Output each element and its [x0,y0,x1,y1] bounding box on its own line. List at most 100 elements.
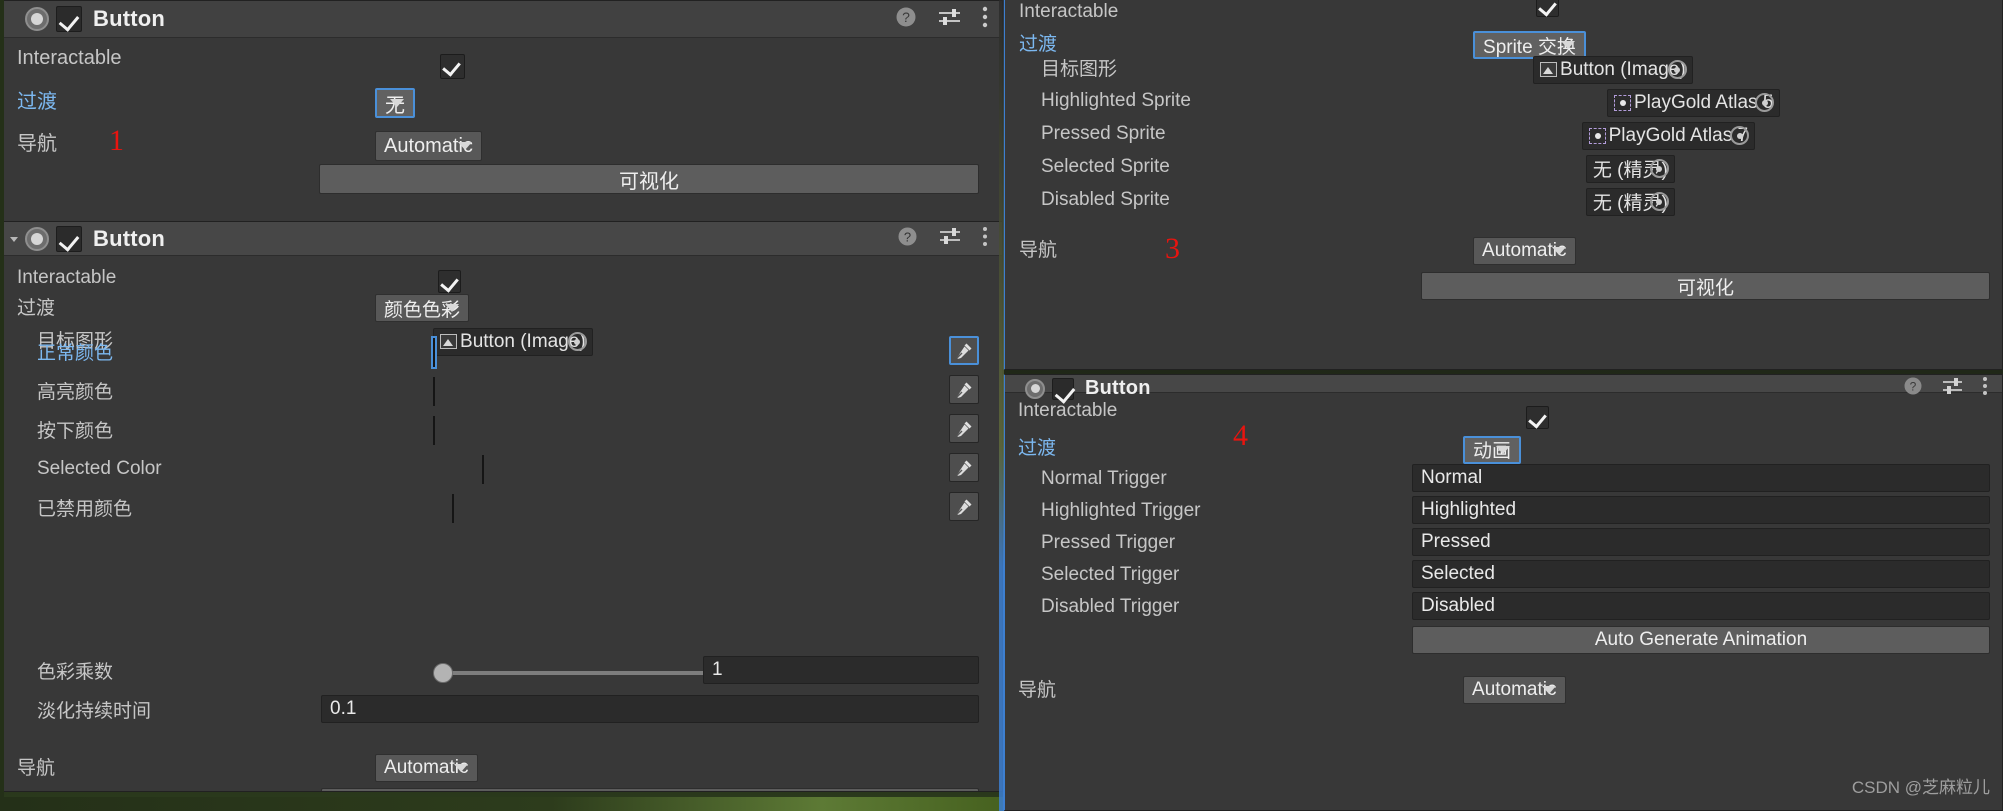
panel4-navigation-dropdown[interactable]: Automatic [1463,676,1566,704]
panel2-row-color: Selected Color [1,452,1002,485]
slider-knob[interactable] [433,662,454,683]
panel3-sprite-object-field[interactable]: 无 (精灵) [1585,187,1675,216]
preset-icon[interactable] [938,6,961,33]
chevron-down-icon [1496,445,1511,454]
panel4-trigger-label: Pressed Trigger [1041,532,1176,553]
panel3-interactable-checkbox[interactable] [1536,0,1560,17]
scene-bleed-bottom [0,797,1003,811]
chevron-down-icon [1541,686,1556,694]
panel1-interactable-label: Interactable [17,46,122,69]
panel2-color-swatch[interactable] [433,377,436,406]
panel2-row-fade-duration: 淡化持续时间 0.1 [1,693,1002,726]
chevron-down-icon [1551,247,1566,255]
panel1-row-transition: 过渡 无 [1,78,1002,120]
watermark-text: CSDN @芝麻粒儿 [1851,778,1990,797]
panel3-sprite-value: Button (Image) [1560,58,1686,80]
panel3-sprite-value: PlayGold Atlas 5 [1633,91,1774,113]
panel2-color-swatch[interactable] [452,494,455,523]
panel4-trigger-field[interactable]: Disabled [1412,592,1990,620]
panel2-color-multiplier-value[interactable]: 1 [703,656,979,684]
panel2-fade-duration-value[interactable]: 0.1 [321,695,979,723]
eyedropper-icon[interactable] [949,336,979,365]
panel2-row-color: 按下颜色 [1,413,1002,446]
panel3-row-sprite: Pressed Sprite PlayGold Atlas 7 [1005,117,2002,150]
object-picker-icon[interactable] [1730,126,1750,145]
panel2-color-swatch[interactable] [481,455,484,484]
panel2-component-header[interactable]: Button ? [1,222,1002,256]
panel4-trigger-field[interactable]: Highlighted [1412,496,1990,524]
panel3-sprite-object-field[interactable]: 无 (精灵) [1585,154,1675,183]
object-picker-icon[interactable] [1649,159,1669,178]
panel2-row-transition: 过渡 颜色色彩 [1,289,1002,323]
panel4-header-tools: ? [1903,377,1988,395]
eyedropper-icon[interactable] [949,492,979,521]
chevron-down-icon [457,142,472,150]
panel2-transition-dropdown[interactable]: 颜色色彩 [375,294,470,322]
help-icon[interactable]: ? [897,226,918,252]
panel3-sprite-object-field[interactable]: PlayGold Atlas 7 [1581,121,1756,150]
panel4-row-trigger: Disabled Trigger Disabled [1005,591,2002,623]
panel4-row-trigger: Normal Trigger Normal [1005,463,2002,495]
panel1-transition-dropdown[interactable]: 无 [375,88,415,118]
panel4-trigger-label: Disabled Trigger [1041,596,1180,617]
foldout-arrow-icon[interactable] [9,232,23,246]
panel4-row-trigger: Pressed Trigger Pressed [1005,527,2002,559]
panel2-header-tools: ? [897,222,988,255]
panel4-transition-dropdown[interactable]: 动画 [1463,435,1522,464]
panel4-auto-generate-animation-button[interactable]: Auto Generate Animation [1412,626,1990,654]
panel2-color-swatch[interactable] [431,336,438,369]
unity-inspector-composite: Button ? Interactable 过渡 颜色色彩 目标图形 Butto… [0,0,2003,811]
object-picker-icon[interactable] [1667,60,1687,79]
panel2-color-label: 正常颜色 [37,343,114,364]
panel4-component-header[interactable]: Button ? [1005,375,2002,400]
panel1-component-title: Button [93,6,166,31]
panel4-interactable-label: Interactable [1018,400,1118,421]
panel1-enabled-checkbox[interactable] [56,6,82,32]
panel2-navigation-label: 导航 [17,757,56,779]
panel2-row-visualize: 可视化 [1,786,1002,791]
panel1-row-navigation: 导航 1 Automatic [1,120,1002,162]
panel2-enabled-checkbox[interactable] [56,225,82,252]
annotation-3: 3 [1165,232,1180,265]
eyedropper-icon[interactable] [949,414,979,443]
panel3-row-sprite: Selected Sprite 无 (精灵) [1005,150,2002,183]
panel3-visualize-button[interactable]: 可视化 [1421,272,1990,300]
panel2-color-multiplier-label: 色彩乘数 [37,662,114,683]
panel4-trigger-field[interactable]: Normal [1412,464,1990,492]
panel4-row-trigger: Highlighted Trigger Highlighted [1005,495,2002,527]
panel1-visualize-button[interactable]: 可视化 [319,164,979,194]
object-picker-icon[interactable] [1649,192,1669,211]
button-component-panel-3: Interactable 过渡 Sprite 交换 目标图形 Button (Im… [1003,0,2003,370]
panel1-component-header[interactable]: Button ? [1,1,1002,38]
panel4-trigger-field[interactable]: Selected [1412,560,1990,588]
panel1-interactable-checkbox[interactable] [439,53,465,79]
panel2-row-color: 高亮颜色 [1,374,1002,407]
chevron-down-icon [453,764,468,772]
eyedropper-icon[interactable] [949,375,979,404]
panel4-trigger-field[interactable]: Pressed [1412,528,1990,556]
panel1-navigation-dropdown[interactable]: Automatic [375,131,482,161]
panel2-visualize-button[interactable]: 可视化 [321,788,979,791]
annotation-4: 4 [1233,419,1248,452]
button-component-panel-2: Button ? Interactable 过渡 颜色色彩 目标图形 Butto… [0,221,1003,792]
help-icon[interactable]: ? [895,6,917,33]
panel3-sprite-object-field[interactable]: PlayGold Atlas 5 [1606,88,1781,117]
svg-text:?: ? [904,229,911,244]
preset-icon[interactable] [939,226,961,252]
eyedropper-icon[interactable] [949,453,979,482]
panel3-navigation-dropdown[interactable]: Automatic [1473,237,1576,265]
panel3-navigation-label: 导航 [1019,239,1058,261]
panel1-row-visualize: 可视化 [1,162,1002,202]
panel3-sprite-object-field[interactable]: Button (Image) [1533,55,1693,84]
panel3-row-interactable: Interactable [1005,0,2002,25]
panel4-interactable-checkbox[interactable] [1526,405,1550,429]
panel4-row-interactable: Interactable [1005,393,2002,429]
panel4-trigger-label: Highlighted Trigger [1041,500,1201,521]
panel4-trigger-label: Normal Trigger [1041,468,1167,489]
annotation-1: 1 [109,124,124,157]
panel2-navigation-dropdown[interactable]: Automatic [375,754,478,782]
panel2-color-swatch[interactable] [433,416,436,445]
chevron-down-icon [1560,41,1575,49]
more-menu-icon[interactable] [982,226,988,252]
more-menu-icon[interactable] [982,6,988,33]
